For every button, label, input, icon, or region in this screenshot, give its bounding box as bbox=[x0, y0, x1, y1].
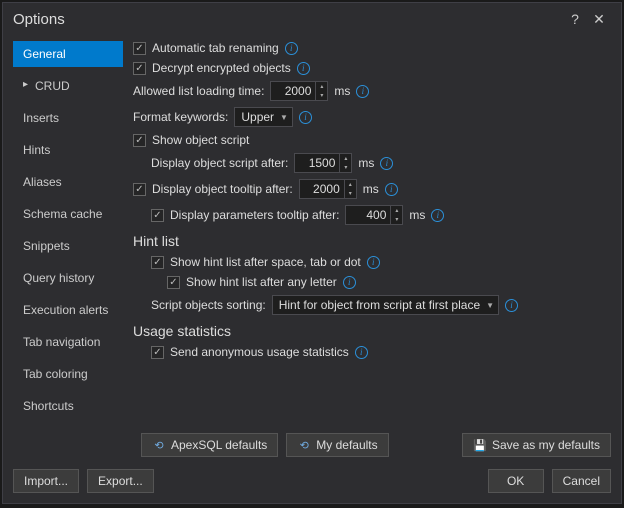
checkbox-display-tooltip-after[interactable] bbox=[133, 183, 146, 196]
spin-down-icon[interactable]: ▾ bbox=[391, 215, 402, 224]
sidebar-item-hints[interactable]: Hints bbox=[13, 137, 123, 163]
section-usage-statistics: Usage statistics bbox=[133, 323, 607, 339]
sidebar-item-schema-cache[interactable]: Schema cache bbox=[13, 201, 123, 227]
spin-down-icon[interactable]: ▾ bbox=[340, 163, 351, 172]
label-display-params-tooltip: Display parameters tooltip after: bbox=[170, 208, 339, 222]
checkbox-auto-tab-renaming[interactable] bbox=[133, 42, 146, 55]
sidebar: General CRUD Inserts Hints Aliases Schem… bbox=[13, 41, 123, 427]
checkbox-hint-after-space[interactable] bbox=[151, 256, 164, 269]
sidebar-item-general[interactable]: General bbox=[13, 41, 123, 67]
spin-up-icon[interactable]: ▴ bbox=[340, 154, 351, 163]
import-button[interactable]: Import... bbox=[13, 469, 79, 493]
content-panel: Automatic tab renaming i Decrypt encrypt… bbox=[133, 41, 611, 427]
apex-defaults-label: ApexSQL defaults bbox=[171, 438, 267, 452]
checkbox-show-object-script[interactable] bbox=[133, 134, 146, 147]
unit-ms: ms bbox=[358, 156, 374, 170]
label-allowed-list: Allowed list loading time: bbox=[133, 84, 264, 98]
info-icon[interactable]: i bbox=[367, 256, 380, 269]
select-format-keywords-value: Upper bbox=[241, 110, 274, 124]
footer-defaults-row: ⟲ ApexSQL defaults ⟲ My defaults 💾 Save … bbox=[3, 427, 621, 463]
input-display-script-after[interactable]: ▴▾ bbox=[294, 153, 352, 173]
body: General CRUD Inserts Hints Aliases Schem… bbox=[3, 35, 621, 427]
titlebar: Options ? ✕ bbox=[3, 3, 621, 35]
chevron-down-icon: ▼ bbox=[280, 113, 288, 122]
footer-actions-row: Import... Export... OK Cancel bbox=[3, 463, 621, 503]
reset-icon: ⟲ bbox=[152, 438, 166, 452]
label-hint-after-space: Show hint list after space, tab or dot bbox=[170, 255, 361, 269]
label-hint-after-letter: Show hint list after any letter bbox=[186, 275, 337, 289]
label-display-script-after: Display object script after: bbox=[151, 156, 288, 170]
save-as-defaults-label: Save as my defaults bbox=[492, 438, 600, 452]
checkbox-send-anon-stats[interactable] bbox=[151, 346, 164, 359]
info-icon[interactable]: i bbox=[380, 157, 393, 170]
label-display-tooltip-after: Display object tooltip after: bbox=[152, 182, 293, 196]
spin-up-icon[interactable]: ▴ bbox=[316, 82, 327, 91]
cancel-button[interactable]: Cancel bbox=[552, 469, 611, 493]
info-icon[interactable]: i bbox=[431, 209, 444, 222]
info-icon[interactable]: i bbox=[343, 276, 356, 289]
sidebar-item-snippets[interactable]: Snippets bbox=[13, 233, 123, 259]
reset-icon: ⟲ bbox=[297, 438, 311, 452]
spin-up-icon[interactable]: ▴ bbox=[391, 206, 402, 215]
chevron-down-icon: ▼ bbox=[486, 301, 494, 310]
info-icon[interactable]: i bbox=[505, 299, 518, 312]
select-format-keywords[interactable]: Upper ▼ bbox=[234, 107, 293, 127]
ok-button[interactable]: OK bbox=[488, 469, 544, 493]
select-script-sorting[interactable]: Hint for object from script at first pla… bbox=[272, 295, 499, 315]
sidebar-item-inserts[interactable]: Inserts bbox=[13, 105, 123, 131]
label-show-object-script: Show object script bbox=[152, 133, 249, 147]
my-defaults-button[interactable]: ⟲ My defaults bbox=[286, 433, 388, 457]
info-icon[interactable]: i bbox=[299, 111, 312, 124]
label-send-anon-stats: Send anonymous usage statistics bbox=[170, 345, 349, 359]
save-as-defaults-button[interactable]: 💾 Save as my defaults bbox=[462, 433, 611, 457]
spin-down-icon[interactable]: ▾ bbox=[345, 189, 356, 198]
info-icon[interactable]: i bbox=[356, 85, 369, 98]
info-icon[interactable]: i bbox=[285, 42, 298, 55]
options-window: Options ? ✕ General CRUD Inserts Hints A… bbox=[2, 2, 622, 504]
info-icon[interactable]: i bbox=[385, 183, 398, 196]
sidebar-item-shortcuts[interactable]: Shortcuts bbox=[13, 393, 123, 419]
label-decrypt-objects: Decrypt encrypted objects bbox=[152, 61, 291, 75]
input-display-tooltip-value[interactable] bbox=[300, 180, 344, 198]
spin-down-icon[interactable]: ▾ bbox=[316, 91, 327, 100]
sidebar-item-query-history[interactable]: Query history bbox=[13, 265, 123, 291]
save-icon: 💾 bbox=[473, 438, 487, 452]
info-icon[interactable]: i bbox=[297, 62, 310, 75]
sidebar-item-aliases[interactable]: Aliases bbox=[13, 169, 123, 195]
apex-defaults-button[interactable]: ⟲ ApexSQL defaults bbox=[141, 433, 278, 457]
unit-ms: ms bbox=[334, 84, 350, 98]
spin-up-icon[interactable]: ▴ bbox=[345, 180, 356, 189]
input-display-params-tooltip[interactable]: ▴▾ bbox=[345, 205, 403, 225]
sidebar-item-tab-navigation[interactable]: Tab navigation bbox=[13, 329, 123, 355]
unit-ms: ms bbox=[363, 182, 379, 196]
info-icon[interactable]: i bbox=[355, 346, 368, 359]
input-display-script-value[interactable] bbox=[295, 154, 339, 172]
input-allowed-list-time[interactable]: ▴▾ bbox=[270, 81, 328, 101]
checkbox-display-params-tooltip[interactable] bbox=[151, 209, 164, 222]
window-title: Options bbox=[13, 11, 563, 28]
label-format-keywords: Format keywords: bbox=[133, 110, 228, 124]
checkbox-hint-after-letter[interactable] bbox=[167, 276, 180, 289]
select-script-sorting-value: Hint for object from script at first pla… bbox=[279, 298, 480, 312]
sidebar-item-crud[interactable]: CRUD bbox=[13, 73, 123, 99]
section-hint-list: Hint list bbox=[133, 233, 607, 249]
label-auto-tab-renaming: Automatic tab renaming bbox=[152, 41, 279, 55]
input-display-tooltip-after[interactable]: ▴▾ bbox=[299, 179, 357, 199]
unit-ms: ms bbox=[409, 208, 425, 222]
close-icon[interactable]: ✕ bbox=[587, 11, 611, 28]
help-icon[interactable]: ? bbox=[563, 11, 587, 27]
input-allowed-list-value[interactable] bbox=[271, 82, 315, 100]
export-button[interactable]: Export... bbox=[87, 469, 154, 493]
my-defaults-label: My defaults bbox=[316, 438, 377, 452]
label-script-sorting: Script objects sorting: bbox=[151, 298, 266, 312]
checkbox-decrypt-objects[interactable] bbox=[133, 62, 146, 75]
sidebar-item-execution-alerts[interactable]: Execution alerts bbox=[13, 297, 123, 323]
sidebar-item-tab-coloring[interactable]: Tab coloring bbox=[13, 361, 123, 387]
input-display-params-value[interactable] bbox=[346, 206, 390, 224]
